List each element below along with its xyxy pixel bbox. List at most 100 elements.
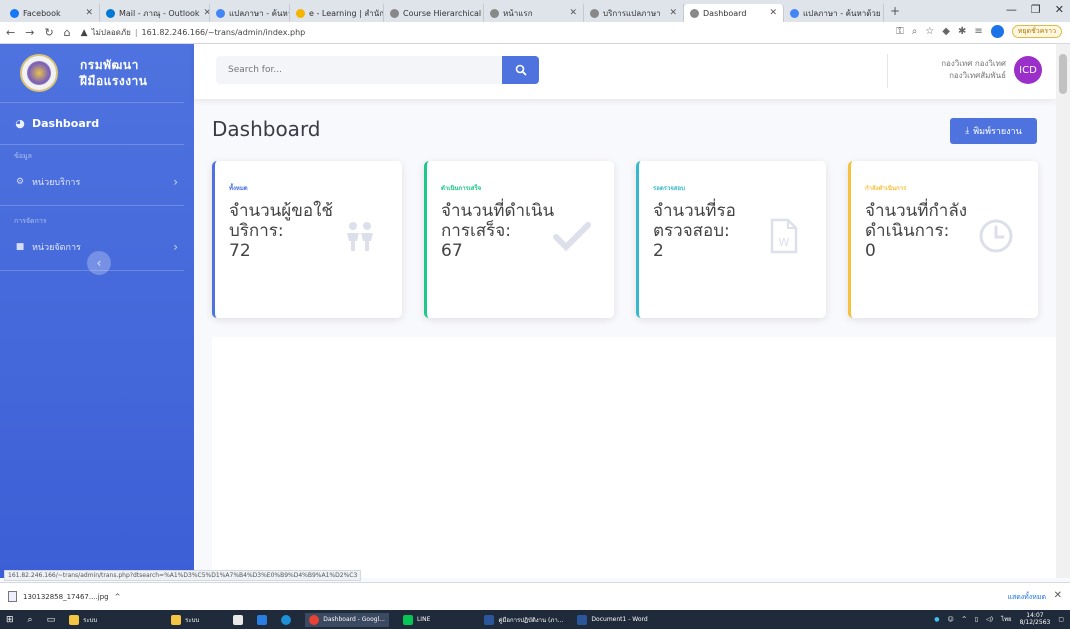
key-icon[interactable]: ⚿	[896, 26, 904, 37]
close-tab-icon[interactable]: ✕	[81, 8, 93, 18]
new-tab-icon[interactable]: +	[884, 4, 906, 18]
tab-favicon-icon	[10, 8, 19, 18]
brand-line-2: ฝีมือแรงงาน	[80, 74, 148, 88]
topbar-divider	[887, 54, 888, 88]
notification-icon[interactable]: ▢	[1058, 616, 1064, 623]
chevron-up-icon[interactable]: ^	[962, 616, 967, 623]
card-title: จำนวนที่รอตรวจสอบ:	[653, 201, 736, 241]
zoom-icon[interactable]: ⌕	[912, 26, 918, 37]
check-icon	[552, 216, 592, 256]
browser-tab-active[interactable]: Dashboard ✕	[684, 4, 784, 22]
windows-start-icon[interactable]: ⊞	[6, 615, 14, 625]
browser-tab[interactable]: Mail - ภาณุ - Outlook✕	[100, 4, 210, 22]
page-scrollbar[interactable]	[1056, 44, 1070, 578]
warning-icon[interactable]: ▲	[81, 28, 88, 38]
taskbar-item-label: ระบบ	[185, 616, 200, 624]
star-icon[interactable]: ☆	[925, 26, 934, 37]
url-field[interactable]: ไม่ปลอดภัย | 161.82.246.166/~trans/admin/i…	[92, 26, 306, 39]
reading-list-icon[interactable]: ≡	[974, 26, 982, 37]
edge-icon[interactable]	[281, 614, 292, 625]
people-icon[interactable]: ☺	[947, 616, 953, 623]
download-item[interactable]: 130132858_17467....jpg ^	[8, 591, 120, 602]
chevron-up-icon[interactable]: ^	[115, 593, 121, 601]
users-icon	[340, 216, 380, 256]
sidebar-toggle-button[interactable]: ‹	[87, 251, 111, 275]
mail-icon[interactable]	[257, 614, 268, 625]
tab-favicon-icon	[590, 8, 599, 18]
tab-label: Mail - ภาณุ - Outlook	[119, 8, 200, 18]
close-tab-icon[interactable]: ✕	[665, 8, 677, 18]
tab-label: Course Hierarchical	[403, 8, 482, 18]
maximize-icon[interactable]: ❐	[1031, 3, 1041, 16]
minimize-icon[interactable]: —	[1006, 3, 1017, 16]
content-panel	[212, 337, 1056, 578]
search-button[interactable]	[502, 56, 539, 84]
sidebar-item-label: Dashboard	[32, 117, 100, 130]
sidebar-brand[interactable]: กรมพัฒนา ฝีมือแรงงาน	[0, 44, 184, 103]
search-form	[216, 56, 539, 84]
close-downloads-icon[interactable]: ✕	[1054, 590, 1062, 601]
avatar[interactable]: ICD	[1014, 56, 1042, 84]
tab-label: แปลภาษา - ค้นหาด้วย G	[803, 8, 884, 18]
tab-favicon-icon	[216, 8, 225, 18]
search-icon[interactable]: ⌕	[28, 615, 33, 625]
store-icon[interactable]	[233, 614, 244, 625]
search-icon	[515, 64, 527, 76]
close-tab-icon[interactable]: ✕	[565, 8, 577, 18]
taskbar-item-line[interactable]: LINE	[402, 614, 431, 625]
close-tab-icon[interactable]: ✕	[765, 8, 777, 18]
taskbar-item[interactable]: ระบบ	[171, 614, 200, 625]
tab-label: Facebook	[23, 8, 61, 18]
tray-app-icon[interactable]: ●	[934, 616, 939, 623]
taskbar-item-word[interactable]: Document1 - Word	[577, 614, 648, 625]
windows-taskbar: ⊞ ⌕ ▭ ระบบ ระบบ Dashboard - Googl... LIN…	[0, 610, 1070, 629]
print-report-button[interactable]: ⤓ พิมพ์รายงาน	[950, 118, 1037, 144]
browser-tab[interactable]: Course Hierarchical✕	[384, 4, 484, 22]
browser-tab[interactable]: หน้าแรก ✕	[484, 4, 584, 22]
volume-icon[interactable]: ◁)	[986, 616, 993, 623]
browser-tab[interactable]: Facebook ✕	[4, 4, 100, 22]
card-label: ดำเนินการเสร็จ	[441, 185, 482, 192]
browser-toolbar: ⚿ ⌕ ☆ ◆ ✱ ≡ หยุดชั่วคราว	[896, 25, 1062, 38]
sidebar-item-dashboard[interactable]: ◕ Dashboard	[0, 103, 184, 145]
clock[interactable]: 14:07 8/12/2563	[1020, 612, 1051, 626]
page-title: Dashboard	[212, 117, 321, 141]
topbar: กองวิเทศ กองวิเทศ กองวิเทศสัมพันธ์ ICD	[194, 44, 1056, 99]
close-tab-icon[interactable]: ✕	[200, 8, 209, 18]
tab-favicon-icon	[790, 8, 799, 18]
taskbar-item-chrome[interactable]: Dashboard - Googl...	[305, 612, 389, 627]
language-indicator[interactable]: ไทย	[1001, 614, 1012, 624]
taskbar-item-label: LINE	[416, 616, 431, 623]
chevron-left-icon: ‹	[96, 256, 102, 270]
edge-icon-shape	[281, 614, 292, 625]
browser-tab[interactable]: แปลภาษา - ค้นหาด้วย G✕	[210, 4, 290, 22]
pause-sync-button[interactable]: หยุดชั่วคราว	[1011, 25, 1062, 38]
show-all-downloads-link[interactable]: แสดงทั้งหมด	[1007, 592, 1046, 603]
network-icon[interactable]: ▯	[975, 616, 978, 623]
browser-tab[interactable]: e - Learning | สำนักงาน✕	[290, 4, 384, 22]
back-icon[interactable]: ←	[6, 26, 15, 39]
puzzle-icon[interactable]: ✱	[958, 26, 966, 37]
user-menu[interactable]: กองวิเทศ กองวิเทศ กองวิเทศสัมพันธ์ ICD	[941, 56, 1042, 84]
sidebar-item-service-units[interactable]: ⚙ หน่วยบริการ ›	[0, 167, 194, 197]
extension-icon[interactable]: ◆	[942, 26, 950, 37]
taskbar-item-word[interactable]: คู่มือการปฏิบัติงาน (ภา...	[484, 614, 563, 625]
reload-icon[interactable]: ↻	[44, 26, 53, 39]
line-icon	[402, 614, 413, 625]
tab-label: แปลภาษา - ค้นหาด้วย G	[229, 8, 289, 18]
address-bar: ← → ↻ ⌂ ▲ ไม่ปลอดภัย | 161.82.246.166/~tra…	[0, 22, 1070, 44]
window-controls: — ❐ ✕	[1006, 3, 1064, 16]
sidebar-item-label: หน่วยบริการ	[32, 178, 81, 188]
home-icon[interactable]: ⌂	[64, 26, 71, 39]
browser-tab[interactable]: แปลภาษา - ค้นหาด้วย G✕	[784, 4, 884, 22]
tachometer-icon: ◕	[15, 117, 25, 130]
forward-icon[interactable]: →	[25, 26, 34, 39]
search-input[interactable]	[216, 56, 502, 84]
browser-tab[interactable]: บริการแปลภาษา ✕	[584, 4, 684, 22]
profile-avatar[interactable]	[990, 25, 1004, 38]
task-view-icon[interactable]: ▭	[47, 615, 56, 625]
taskbar-item[interactable]: ระบบ	[69, 614, 97, 625]
clock-date: 8/12/2563	[1019, 619, 1051, 626]
close-window-icon[interactable]: ✕	[1055, 3, 1064, 16]
scrollbar-thumb[interactable]	[1059, 54, 1067, 94]
